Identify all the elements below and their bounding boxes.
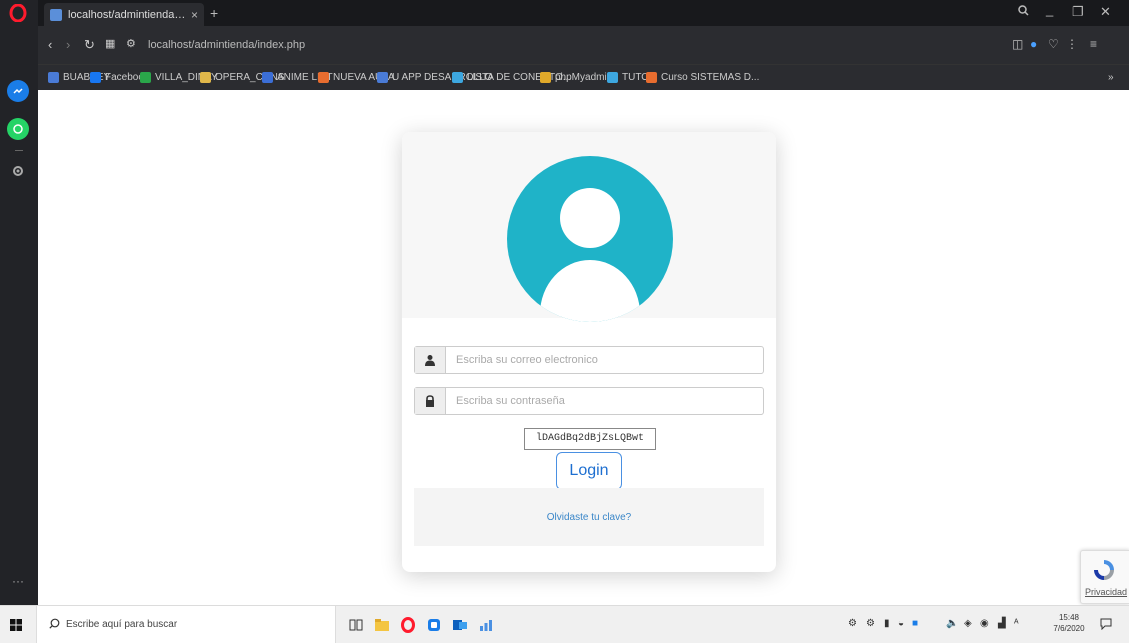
tab-close-icon[interactable]: × [191, 8, 198, 22]
bookmark-favicon-icon [90, 72, 101, 83]
bookmark-item[interactable]: TUTO [607, 72, 649, 83]
app-blue-icon[interactable] [424, 615, 444, 635]
tray-app-icon-3[interactable]: ◒ [898, 618, 904, 629]
back-icon[interactable]: ‹ [48, 37, 52, 52]
task-view-icon[interactable] [346, 615, 366, 635]
lock-icon [415, 388, 446, 414]
bookmark-favicon-icon [377, 72, 388, 83]
opera-taskbar-icon[interactable] [398, 615, 418, 635]
tab-active[interactable]: localhost/admintienda/php × [44, 3, 204, 26]
sidebar-divider [15, 150, 23, 151]
heart-icon[interactable]: ♡ [1048, 37, 1059, 51]
bookmarks-more-icon[interactable]: » [1108, 72, 1114, 83]
bookmark-label: TUTO [622, 72, 650, 83]
easy-setup-icon[interactable]: ≡ [1090, 37, 1097, 51]
bookmark-favicon-icon [646, 72, 657, 83]
bookmark-favicon-icon [452, 72, 463, 83]
recaptcha-logo-icon [1094, 560, 1114, 580]
forgot-password-link[interactable]: Olvidaste tu clave? [547, 512, 632, 523]
bookmark-label: phpMyadmin [555, 72, 613, 83]
notifications-icon[interactable] [1100, 618, 1112, 633]
language-icon[interactable]: ᴬ [1014, 618, 1019, 629]
speed-dial-icon[interactable]: ▦ [105, 37, 115, 50]
system-clock[interactable]: 15:48 7/6/2020 [1053, 612, 1085, 634]
minimize-icon[interactable]: _ [1046, 2, 1053, 17]
recaptcha-privacy-link[interactable]: Privacidad [1085, 587, 1127, 597]
bookmark-favicon-icon [607, 72, 618, 83]
network-icon[interactable]: ▟ [998, 618, 1006, 629]
login-card: lDAGdBq2dBjZsLQBwt Login Olvidaste tu cl… [402, 132, 776, 572]
extensions-icon[interactable]: ⋮ [1066, 37, 1078, 51]
whatsapp-icon[interactable] [7, 118, 29, 140]
forward-icon[interactable]: › [66, 37, 70, 52]
bookmark-favicon-icon [48, 72, 59, 83]
tray-app-icon-1[interactable]: ⚙ [848, 618, 857, 629]
tray-app-icon-5[interactable]: ◉ [980, 618, 989, 629]
network-app-icon[interactable] [476, 615, 496, 635]
bookmark-favicon-icon [318, 72, 329, 83]
bookmark-favicon-icon [262, 72, 273, 83]
search-tabs-icon[interactable] [1018, 4, 1029, 19]
login-card-footer: Olvidaste tu clave? [414, 488, 764, 546]
login-button[interactable]: Login [556, 452, 622, 490]
restore-icon[interactable]: ❐ [1072, 4, 1084, 20]
new-tab-button[interactable]: + [210, 5, 218, 21]
bookmark-item[interactable]: Curso SISTEMAS D... [646, 72, 759, 83]
tray-app-icon-4[interactable]: ◈ [964, 618, 972, 629]
recaptcha-badge[interactable]: Privacidad [1080, 550, 1129, 604]
settings-icon[interactable] [7, 160, 29, 182]
bookmark-label: Curso SISTEMAS D... [661, 72, 760, 83]
tab-bar: localhost/admintienda/php × + _ ❐ ✕ [38, 0, 1129, 26]
bookmark-favicon-icon [200, 72, 211, 83]
user-icon [415, 347, 446, 373]
search-icon [49, 618, 60, 632]
captcha-code: lDAGdBq2dBjZsLQBwt [524, 428, 656, 450]
tray-zoom-icon[interactable]: ■ [912, 618, 918, 629]
outlook-icon[interactable] [450, 615, 470, 635]
page-favicon-icon [50, 8, 62, 21]
more-options-icon[interactable]: ··· [7, 570, 29, 592]
tray-app-icon-2[interactable]: ⚙ [866, 618, 875, 629]
email-field [414, 346, 764, 374]
reload-icon[interactable]: ↻ [84, 37, 95, 53]
bookmark-item[interactable]: phpMyadmin [540, 72, 612, 83]
tab-title: localhost/admintienda/php [68, 8, 187, 21]
windows-start-icon[interactable] [10, 619, 22, 634]
password-field [414, 387, 764, 415]
opera-logo-icon[interactable] [7, 2, 29, 24]
user-avatar-icon [507, 156, 673, 322]
messenger-icon[interactable] [7, 80, 29, 102]
email-input[interactable] [446, 347, 763, 373]
clock-date: 7/6/2020 [1053, 624, 1085, 633]
volume-icon[interactable]: 🔈 [946, 618, 958, 629]
browser-sidebar: ··· [0, 0, 38, 605]
site-info-icon[interactable]: ⚙ [126, 37, 136, 50]
taskbar-search-placeholder: Escribe aquí para buscar [66, 619, 178, 630]
snapshot-icon[interactable]: ◫ [1012, 37, 1023, 51]
password-input[interactable] [446, 388, 763, 414]
bookmark-favicon-icon [540, 72, 551, 83]
bookmark-favicon-icon [140, 72, 151, 83]
taskbar: Escribe aquí para buscar ⚙ ⚙ ▮ ◒ ■ 🔈 ◈ ◉… [0, 605, 1129, 643]
clock-time: 15:48 [1058, 613, 1080, 622]
file-explorer-icon[interactable] [372, 615, 392, 635]
battery-icon[interactable]: ▮ [884, 618, 890, 629]
url-field[interactable]: localhost/admintienda/index.php [148, 36, 548, 54]
vpn-icon[interactable]: ● [1030, 37, 1037, 51]
close-window-icon[interactable]: ✕ [1100, 4, 1111, 20]
taskbar-search[interactable]: Escribe aquí para buscar [36, 606, 336, 643]
